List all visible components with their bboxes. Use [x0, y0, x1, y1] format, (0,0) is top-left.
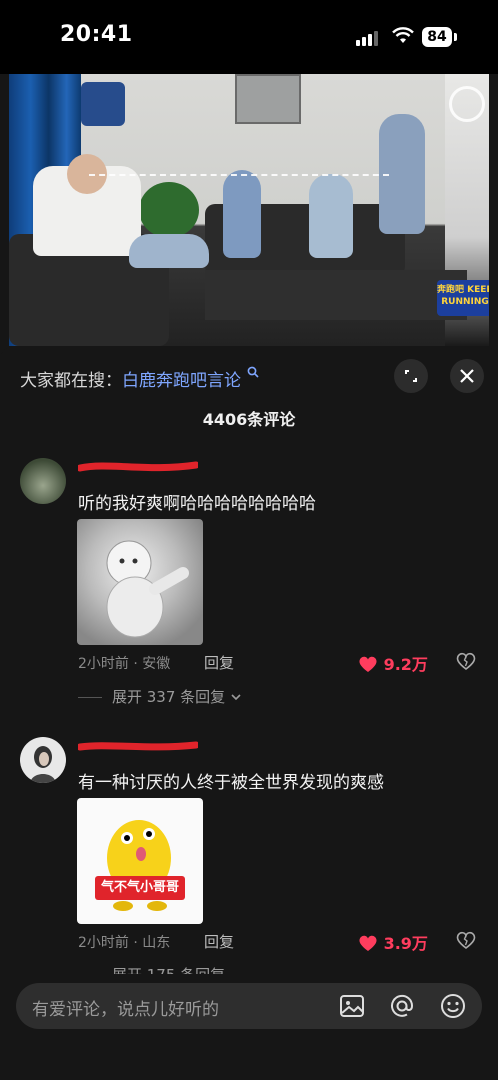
like-count: 9.2万 [383, 655, 428, 674]
video-poster [81, 82, 125, 126]
comment-meta: 2小时前 · 安徽 [78, 656, 171, 672]
comments-panel [0, 346, 498, 1080]
watermark-icon [449, 86, 485, 122]
broken-heart-icon[interactable] [456, 651, 476, 671]
video-person-3 [309, 174, 353, 258]
expand-replies-label: 展开 337 条回复 [112, 688, 226, 706]
video-table [205, 270, 467, 320]
avatar[interactable] [20, 737, 66, 783]
expand-button[interactable] [394, 359, 428, 393]
show-logo: 奔跑吧 KEEP RUNNING [437, 280, 489, 316]
comment-image[interactable]: 气不气小哥哥 [77, 798, 203, 924]
redacted-username [78, 741, 198, 751]
video-person-2 [223, 170, 261, 258]
close-icon [460, 369, 474, 383]
video-person-1-legs [129, 234, 209, 268]
video-wall-art [235, 74, 301, 124]
signal-icon [356, 30, 382, 46]
baby-sticker [106, 540, 189, 638]
comment-count: 4406条评论 [202, 410, 296, 429]
avatar[interactable] [20, 458, 66, 504]
trending-search[interactable]: 大家都在搜：白鹿奔跑吧言论 [20, 366, 259, 391]
yellow-creature-sticker [95, 820, 185, 911]
comment-text: 有一种讨厌的人终于被全世界发现的爽感 [78, 773, 384, 793]
comment-meta: 2小时前 · 山东 [78, 935, 171, 951]
trending-search-prefix: 大家都在搜： [20, 371, 122, 391]
close-button[interactable] [450, 359, 484, 393]
like-button[interactable]: 3.9万 [358, 930, 428, 954]
comment-input-placeholder: 有爱评论，说点儿好听的 [32, 1000, 219, 1020]
status-bar: 20:41 84 [0, 0, 498, 74]
like-button[interactable]: 9.2万 [358, 651, 428, 675]
broken-heart-icon[interactable] [456, 930, 476, 950]
comment-image[interactable] [77, 519, 203, 645]
battery-icon [454, 33, 457, 41]
battery-level: 84 [422, 27, 452, 47]
search-icon [248, 366, 259, 378]
at-icon[interactable] [388, 992, 416, 1020]
expand-icon [405, 370, 417, 382]
video-player[interactable]: 奔跑吧 KEEP RUNNING [9, 74, 489, 346]
reply-button[interactable]: 回复 [204, 931, 234, 952]
like-count: 3.9万 [383, 934, 428, 953]
emoji-icon[interactable] [439, 992, 467, 1020]
expand-replies[interactable]: 展开 337 条回复 [78, 686, 242, 707]
video-overlay-line [89, 174, 389, 178]
heart-icon [359, 656, 377, 672]
divider [78, 697, 102, 698]
chevron-down-icon [231, 694, 241, 701]
video-plant [139, 182, 199, 238]
image-icon[interactable] [338, 992, 366, 1020]
heart-icon [359, 935, 377, 951]
comment-text: 听的我好爽啊哈哈哈哈哈哈哈哈 [78, 494, 316, 514]
status-time: 20:41 [60, 22, 133, 47]
trending-search-keyword[interactable]: 白鹿奔跑吧言论 [122, 371, 241, 391]
redacted-username [78, 461, 198, 472]
sticker-caption: 气不气小哥哥 [100, 880, 179, 895]
wifi-icon [392, 27, 414, 43]
avatar-portrait [30, 746, 56, 783]
reply-button[interactable]: 回复 [204, 652, 234, 673]
